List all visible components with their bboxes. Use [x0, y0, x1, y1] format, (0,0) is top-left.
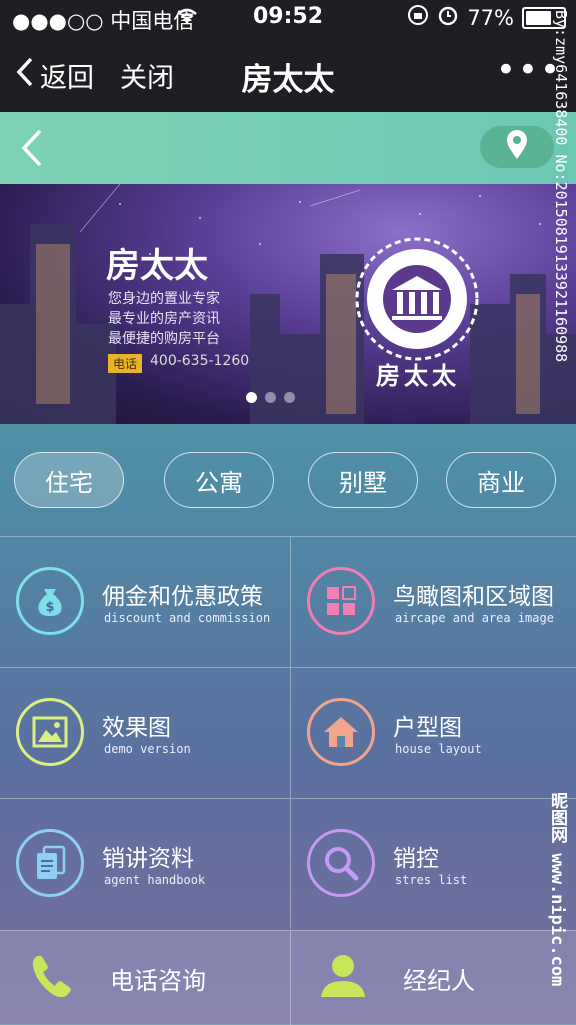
agent-button[interactable]: 经纪人: [290, 931, 576, 1025]
grid-item-subtitle: discount and commission: [104, 611, 271, 625]
page-back-button[interactable]: [20, 128, 44, 172]
function-grid: $ 佣金和优惠政策 discount and commission 鸟瞰图和区域…: [0, 536, 576, 930]
phone-tag: 电话: [108, 354, 143, 373]
call-consult-button[interactable]: 电话咨询: [0, 931, 288, 1025]
carousel-dot[interactable]: [264, 392, 276, 403]
phone-icon: [30, 952, 76, 1004]
banner-title: 房太太: [106, 246, 208, 286]
top-bar: ●●●○○ 中国电信 09:52 77% 返回 关闭 房太太 •••: [0, 0, 576, 112]
tab-commercial[interactable]: 商业: [446, 452, 556, 508]
grid-item-title: 佣金和优惠政策: [102, 584, 263, 610]
grid-squares-icon: [307, 567, 375, 635]
wechat-nav: 返回 关闭 房太太 •••: [0, 42, 576, 108]
house-icon: [307, 698, 375, 766]
city-skyline-image: [0, 184, 576, 424]
bottom-action-bar: 电话咨询 经纪人: [0, 930, 576, 1025]
money-bag-icon: $: [16, 567, 84, 635]
page-title: 房太太: [241, 62, 335, 98]
grid-item-floorplan[interactable]: 户型图 house layout: [290, 667, 576, 798]
banner-phone-number: 400-635-1260: [150, 353, 250, 369]
call-consult-label: 电话咨询: [110, 966, 206, 995]
person-icon: [319, 953, 367, 1003]
search-icon: [307, 829, 375, 897]
grid-item-aerial[interactable]: 鸟瞰图和区域图 aircape and area image: [290, 536, 576, 667]
grid-item-title: 销讲资料: [102, 846, 194, 872]
banner-line-2: 最专业的房产资讯: [108, 311, 220, 327]
status-bar: ●●●○○ 中国电信 09:52 77%: [0, 0, 576, 34]
grid-item-title: 销控: [393, 846, 439, 872]
svg-text:$: $: [45, 600, 54, 615]
grid-item-title: 效果图: [102, 715, 171, 741]
banner-line-3: 最便捷的购房平台: [108, 331, 220, 347]
location-pin-icon: [506, 130, 528, 164]
page-header: [0, 112, 576, 184]
grid-item-subtitle: demo version: [104, 742, 191, 756]
grid-item-renderings[interactable]: 效果图 demo version: [0, 667, 290, 798]
location-button[interactable]: [480, 126, 554, 168]
category-tabs: 住宅 公寓 别墅 商业: [0, 450, 576, 514]
watermark-id: By:zmy641638400 No:20150819133921160988: [552, 10, 570, 363]
seal-caption: 房太太: [376, 361, 460, 390]
documents-icon: [16, 829, 84, 897]
grid-item-subtitle: stres list: [395, 873, 468, 887]
tab-apartment[interactable]: 公寓: [164, 452, 274, 508]
grid-item-subtitle: house layout: [395, 742, 482, 756]
carousel-dots[interactable]: [0, 392, 558, 403]
grid-item-commission[interactable]: $ 佣金和优惠政策 discount and commission: [0, 536, 290, 667]
grid-item-subtitle: agent handbook: [104, 873, 206, 887]
rotation-lock-icon: [407, 4, 429, 31]
fangtaitai-seal-logo: [355, 237, 479, 361]
grid-item-subtitle: aircape and area image: [395, 611, 554, 625]
tab-villa[interactable]: 别墅: [308, 452, 418, 508]
promo-banner[interactable]: 房太太 您身边的置业专家 最专业的房产资讯 最便捷的购房平台 电话 400-63…: [0, 184, 576, 424]
banner-line-1: 您身边的置业专家: [108, 291, 220, 307]
grid-item-sales-materials[interactable]: 销讲资料 agent handbook: [0, 798, 290, 929]
carousel-dot[interactable]: [245, 392, 257, 403]
carousel-dot[interactable]: [283, 392, 295, 403]
alarm-icon: [437, 4, 459, 31]
agent-label: 经纪人: [403, 966, 475, 995]
tab-residential[interactable]: 住宅: [14, 452, 124, 508]
watermark-site: 昵图网 www.nipic.com: [547, 792, 567, 987]
picture-icon: [16, 698, 84, 766]
grid-item-title: 鸟瞰图和区域图: [393, 584, 554, 610]
grid-item-title: 户型图: [393, 715, 462, 741]
battery-percent: 77%: [467, 5, 514, 30]
grid-item-sales-control[interactable]: 销控 stres list: [290, 798, 576, 929]
